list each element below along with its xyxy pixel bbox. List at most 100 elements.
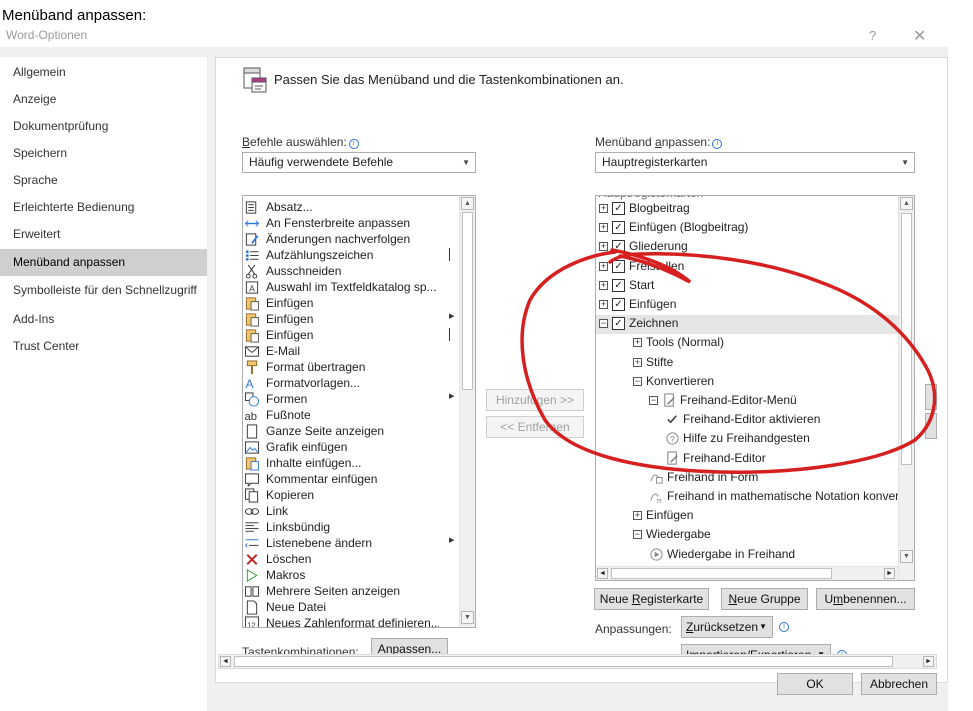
info-icon[interactable]: i <box>348 139 359 149</box>
list-item[interactable]: Listenebene ändern ▶ <box>243 535 459 551</box>
list-item[interactable]: Einfügen <box>243 327 459 343</box>
list-item[interactable]: Einfügen ▶ <box>243 311 459 327</box>
expand-icon[interactable]: + <box>599 280 608 290</box>
ok-button[interactable]: OK <box>777 673 853 695</box>
commands-list[interactable]: Absatz... An Fensterbreite anpassen Änderu… <box>242 195 476 628</box>
nav-item[interactable]: Sprache <box>0 167 207 194</box>
list-item[interactable]: 12 Neues Zahlenformat definieren... <box>243 615 459 627</box>
content-hscrollbar[interactable]: ◄ ► <box>218 654 937 669</box>
hscroll-thumb[interactable] <box>234 656 893 667</box>
ribbon-select[interactable]: Hauptregisterkarten ▼ <box>595 152 915 173</box>
tree-node[interactable]: Freihand in Form <box>596 469 898 488</box>
list-item[interactable]: Ausschneiden <box>243 263 459 279</box>
nav-item[interactable]: Erleichterte Bedienung <box>0 194 207 221</box>
checkbox[interactable]: ✓ <box>612 202 625 215</box>
expand-icon[interactable]: + <box>599 261 608 271</box>
nav-item[interactable]: Add-Ins <box>0 306 207 333</box>
nav-item[interactable]: Speichern <box>0 140 207 167</box>
add-button[interactable]: Hinzufügen >> <box>486 389 584 411</box>
nav-item[interactable]: Dokumentprüfung <box>0 113 207 140</box>
tree-node[interactable]: + ✓ Einfügen (Blogbeitrag) <box>596 219 898 238</box>
list-item[interactable]: Kommentar einfügen <box>243 471 459 487</box>
reset-dropdown[interactable]: Zurücksetzen ▼ <box>681 616 773 638</box>
list-item[interactable]: Absatz... <box>243 199 459 215</box>
cancel-button[interactable]: Abbrechen <box>861 673 937 695</box>
list-item[interactable]: Grafik einfügen <box>243 439 459 455</box>
list-item[interactable]: Änderungen nachverfolgen <box>243 231 459 247</box>
expand-icon[interactable]: + <box>599 204 608 213</box>
tree-node[interactable]: − Freihand-Editor-Menü <box>596 392 898 411</box>
list-item[interactable]: Ganze Seite anzeigen <box>243 423 459 439</box>
list-item[interactable]: Einfügen <box>243 295 459 311</box>
list-item[interactable]: Format übertragen <box>243 359 459 375</box>
nav-item[interactable]: Symbolleiste für den Schnellzugriff <box>0 277 207 304</box>
new-tab-button[interactable]: Neue Registerkarte <box>594 588 709 610</box>
list-item[interactable]: Neue Datei <box>243 599 459 615</box>
expand-icon[interactable]: + <box>599 300 608 309</box>
tree-node[interactable]: + Stifte <box>596 354 898 373</box>
tree-node[interactable]: π Freihand in mathematische Notation konv… <box>596 488 914 507</box>
checkbox[interactable]: ✓ <box>612 259 625 273</box>
checkbox[interactable]: ✓ <box>612 240 625 254</box>
list-item[interactable]: Formen ▶ <box>243 391 459 407</box>
remove-button[interactable]: << Entfernen <box>486 416 584 438</box>
nav-item[interactable]: Menüband anpassen <box>0 249 207 276</box>
list-item[interactable]: E-Mail <box>243 343 459 359</box>
nav-item[interactable]: Trust Center <box>0 333 207 360</box>
commands-select[interactable]: Häufig verwendete Befehle ▼ <box>242 152 476 173</box>
expand-icon[interactable]: + <box>633 511 642 521</box>
scroll-left-icon[interactable]: ◄ <box>597 568 608 579</box>
checkbox[interactable]: ✓ <box>612 298 625 311</box>
scroll-thumb[interactable] <box>462 212 473 390</box>
list-item[interactable]: Kopieren <box>243 487 459 503</box>
scroll-up-icon[interactable]: ▲ <box>900 197 913 210</box>
scroll-down-icon[interactable]: ▼ <box>461 611 474 624</box>
nav-item[interactable]: Allgemein <box>0 59 207 86</box>
move-down-button[interactable] <box>925 413 937 439</box>
tree-node[interactable]: Freihand-Editor aktivieren <box>596 411 898 430</box>
list-item[interactable]: Linksbündig <box>243 519 459 535</box>
list-item[interactable]: A Formatvorlagen... <box>243 375 459 391</box>
expand-icon[interactable]: + <box>633 338 642 348</box>
tree-node[interactable]: + ✓ Freistellen <box>596 258 898 277</box>
collapse-icon[interactable]: − <box>633 376 642 386</box>
hscroll-thumb[interactable] <box>611 568 832 579</box>
list-item[interactable]: Link <box>243 503 459 519</box>
checkbox[interactable]: ✓ <box>612 278 625 292</box>
help-button[interactable]: ? <box>869 28 876 43</box>
new-group-button[interactable]: Neue Gruppe <box>721 588 808 610</box>
move-up-button[interactable] <box>925 384 937 410</box>
ribbon-hscrollbar[interactable]: ◄ ► <box>596 566 898 580</box>
tree-node[interactable]: Freihand-Editor <box>596 450 898 469</box>
info-icon[interactable]: i <box>779 622 789 632</box>
list-item[interactable]: ab Fußnote <box>243 407 459 423</box>
tree-node[interactable]: + Tools (Normal) <box>596 334 898 353</box>
expand-icon[interactable]: + <box>633 357 642 367</box>
tree-node[interactable]: + ✓ Gliederung <box>596 238 898 257</box>
collapse-icon[interactable]: − <box>599 319 608 329</box>
ribbon-tree[interactable]: Hauptregisterkarten+✓Blogbeitrag+✓Einfüg… <box>595 195 915 581</box>
expand-icon[interactable]: + <box>599 223 608 233</box>
scroll-thumb[interactable] <box>901 213 912 465</box>
list-item[interactable]: Inhalte einfügen... <box>243 455 459 471</box>
ribbon-vscrollbar[interactable]: ▲ ▼ <box>898 196 914 580</box>
tree-node[interactable]: + Einfügen <box>596 507 898 526</box>
list-item[interactable]: An Fensterbreite anpassen <box>243 215 459 231</box>
rename-button[interactable]: Umbenennen... <box>816 588 915 610</box>
scroll-up-icon[interactable]: ▲ <box>461 197 474 210</box>
checkbox[interactable]: ✓ <box>612 221 625 235</box>
list-item[interactable]: Makros <box>243 567 459 583</box>
collapse-icon[interactable]: − <box>649 396 658 405</box>
close-button[interactable]: ✕ <box>913 26 926 46</box>
scroll-down-icon[interactable]: ▼ <box>900 550 913 563</box>
collapse-icon[interactable]: − <box>633 530 642 540</box>
nav-item[interactable]: Erweitert <box>0 221 207 248</box>
list-item[interactable]: Aufzählungszeichen <box>243 247 459 263</box>
scroll-left-icon[interactable]: ◄ <box>220 656 231 667</box>
commands-vscrollbar[interactable]: ▲ ▼ <box>459 196 475 627</box>
tree-node[interactable]: − Konvertieren <box>596 373 898 392</box>
info-icon[interactable]: i <box>712 139 723 149</box>
list-item[interactable]: Mehrere Seiten anzeigen <box>243 583 459 599</box>
tree-node[interactable]: ? Hilfe zu Freihandgesten <box>596 430 898 449</box>
list-item[interactable]: Löschen <box>243 551 459 567</box>
